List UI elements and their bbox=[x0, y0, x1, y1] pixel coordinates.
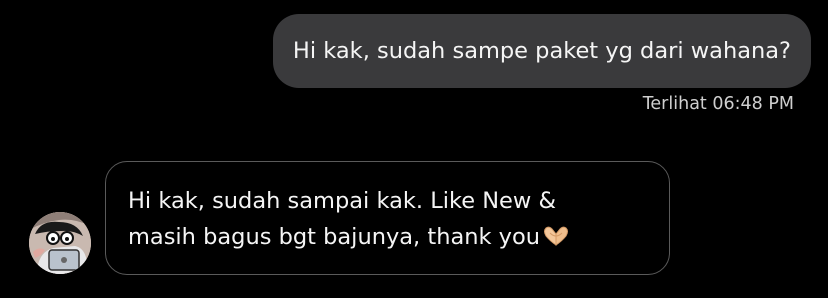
outgoing-message-text: Hi kak, sudah sampe paket yg dari wahana… bbox=[292, 38, 791, 64]
incoming-message-line: masih bagus bgt bajunya, thank you bbox=[128, 219, 649, 258]
incoming-message-text: masih bagus bgt bajunya, thank you bbox=[128, 224, 541, 250]
incoming-message-bubble[interactable]: Hi kak, sudah sampai kak. Like New & mas… bbox=[105, 161, 670, 275]
seen-status: Terlihat 06:48 PM bbox=[642, 94, 794, 114]
incoming-message-line: Hi kak, sudah sampai kak. Like New & bbox=[128, 188, 556, 214]
heart-hands-icon bbox=[541, 222, 571, 258]
chat-thread: Hi kak, sudah sampe paket yg dari wahana… bbox=[0, 0, 828, 298]
outgoing-message-bubble[interactable]: Hi kak, sudah sampe paket yg dari wahana… bbox=[272, 14, 811, 88]
avatar-image bbox=[29, 212, 91, 274]
sender-avatar[interactable] bbox=[29, 212, 91, 274]
